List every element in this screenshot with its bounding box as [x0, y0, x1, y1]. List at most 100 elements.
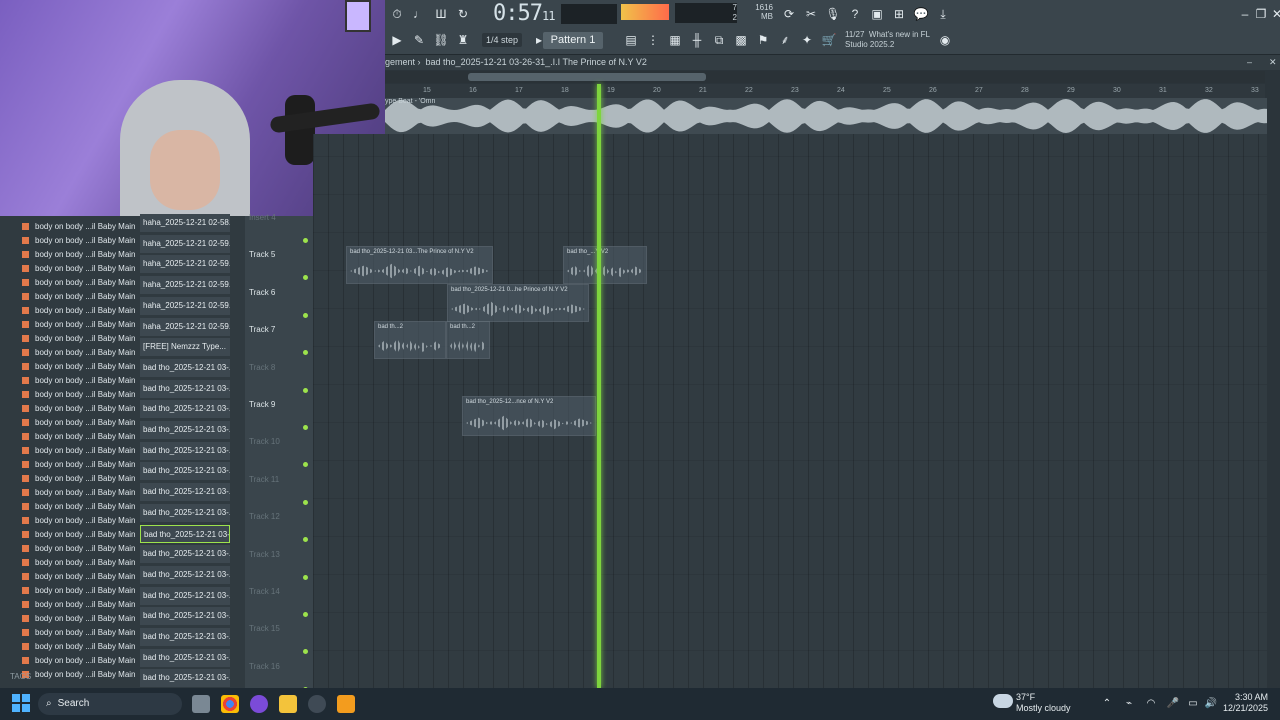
browser-folder-item[interactable]: body on body ...il Baby Main — [22, 670, 136, 684]
track-enable-led[interactable] — [303, 275, 308, 281]
tools-icon[interactable]: ⚑ — [753, 30, 773, 50]
browser-folder-item[interactable]: body on body ...il Baby Main — [22, 586, 136, 600]
browser-folder-item[interactable]: body on body ...il Baby Main — [22, 628, 136, 642]
browser-file-item[interactable]: bad tho_2025-12-21 03-... — [140, 462, 230, 481]
loop-record-icon[interactable]: ↻ — [453, 4, 473, 24]
browser-icon[interactable]: ⧉ — [709, 30, 729, 50]
browser-file-item[interactable]: bad tho_2025-12-21 03-... — [140, 648, 230, 667]
track-label[interactable]: Track 6 — [249, 288, 275, 297]
audio-clip[interactable]: bad tho_2025-12-21 03...The Prince of N.… — [346, 246, 493, 284]
browser-folder-item[interactable]: body on body ...il Baby Main — [22, 292, 136, 306]
track-label[interactable]: Track 9 — [249, 400, 275, 409]
chrome-icon[interactable] — [221, 695, 239, 713]
task-view-icon[interactable] — [192, 695, 210, 713]
browser-file-item[interactable]: bad tho_2025-12-21 03-... — [140, 358, 230, 377]
track-enable-led[interactable] — [303, 499, 308, 505]
weather-widget[interactable]: 37°F Mostly cloudy — [1016, 692, 1071, 714]
browser-folder-item[interactable]: body on body ...il Baby Main — [22, 418, 136, 432]
news-panel[interactable]: 11/27 What's new in FL Studio 2025.2 — [845, 30, 930, 50]
browser-folder-item[interactable]: body on body ...il Baby Main — [22, 516, 136, 530]
track-label[interactable]: Track 8 — [249, 363, 275, 372]
browser-file-item[interactable]: bad tho_2025-12-21 03-... — [140, 483, 230, 502]
browser-file-item[interactable]: bad tho_2025-12-21 03-... — [140, 545, 230, 564]
playhead[interactable] — [597, 84, 601, 688]
discord-icon[interactable] — [250, 695, 268, 713]
audio-clip[interactable]: bad tho_...Y V2 — [563, 246, 647, 284]
browser-folder-item[interactable]: body on body ...il Baby Main — [22, 460, 136, 474]
save-icon[interactable]: ▣ — [867, 4, 887, 24]
network-icon[interactable]: ⌁ — [1122, 697, 1136, 711]
arrangement-name[interactable]: bad tho_2025-12-21 03-26-31_.I.I The Pri… — [426, 57, 647, 67]
track-label[interactable]: Track 10 — [249, 437, 280, 446]
track-enable-led[interactable] — [303, 649, 308, 655]
browser-folder-item[interactable]: body on body ...il Baby Main — [22, 264, 136, 278]
browser-folder-item[interactable]: body on body ...il Baby Main — [22, 432, 136, 446]
browser-folder-item[interactable]: body on body ...il Baby Main — [22, 488, 136, 502]
track-label[interactable]: Track 12 — [249, 512, 280, 521]
mic-tray-icon[interactable]: 🎤 — [1166, 697, 1180, 711]
browser-file-item[interactable]: [FREE] Nemzzz Type... — [140, 338, 230, 357]
minimize-icon-2[interactable]: – — [1247, 55, 1252, 70]
browser-file-item[interactable]: bad tho_2025-12-21 03-... — [140, 628, 230, 646]
pencil-icon[interactable]: ✎ — [409, 30, 429, 50]
browser-file-item[interactable]: bad tho_2025-12-21 03-... — [140, 607, 230, 626]
browser-file-item[interactable]: bad tho_2025-12-21 03-... — [140, 400, 230, 419]
tags-label[interactable]: TAGS — [10, 672, 31, 681]
browser-folder-item[interactable]: body on body ...il Baby Main — [22, 320, 136, 334]
browser-folder-item[interactable]: body on body ...il Baby Main — [22, 278, 136, 292]
browser-file-item[interactable]: bad tho_2025-12-21 03-... — [140, 524, 230, 543]
fl-studio-icon[interactable] — [337, 695, 355, 713]
browser-folder-item[interactable]: body on body ...il Baby Main — [22, 614, 136, 628]
chat-icon[interactable]: 💬 — [911, 4, 931, 24]
browser-folder-item[interactable]: body on body ...il Baby Main — [22, 446, 136, 460]
track-label[interactable]: Track 5 — [249, 250, 275, 259]
play-icon[interactable]: ▶ — [387, 30, 407, 50]
track-enable-led[interactable] — [303, 312, 308, 318]
browser-folder-item[interactable]: body on body ...il Baby Main — [22, 376, 136, 390]
browser-folder-item[interactable]: body on body ...il Baby Main — [22, 656, 136, 670]
mic-icon[interactable]: 🎙 — [823, 4, 843, 24]
browser-folder-item[interactable]: body on body ...il Baby Main — [22, 572, 136, 586]
track-label[interactable]: Track 7 — [249, 325, 275, 334]
browser-folder-item[interactable]: body on body ...il Baby Main — [22, 334, 136, 348]
browser-file-item[interactable]: haha_2025-12-21 02-59... — [140, 317, 230, 336]
refresh-icon[interactable]: ⟳ — [779, 4, 799, 24]
browser-file-item[interactable]: bad tho_2025-12-21 03-... — [140, 441, 230, 460]
browser-file-item[interactable]: bad tho_2025-12-21 03-... — [140, 503, 230, 522]
track-enable-led[interactable] — [303, 238, 308, 243]
mixer-icon[interactable]: ⊞ — [889, 4, 909, 24]
explorer-icon[interactable] — [279, 695, 297, 713]
audio-clip[interactable]: bad th...2 — [374, 321, 446, 359]
chevron-up-icon[interactable]: ⌃ — [1100, 697, 1114, 711]
track-enable-led[interactable] — [303, 425, 308, 430]
browser-folder-item[interactable]: body on body ...il Baby Main — [22, 236, 136, 250]
piano-roll-icon[interactable]: ▦ — [665, 30, 685, 50]
close-icon-2[interactable]: ✕ — [1269, 55, 1277, 70]
track-label[interactable]: Track 14 — [249, 587, 280, 596]
track-enable-led[interactable] — [303, 612, 308, 617]
edison-icon[interactable]: ✦ — [797, 30, 817, 50]
track-enable-led[interactable] — [303, 387, 308, 393]
track-label[interactable]: Track 11 — [249, 475, 279, 484]
browser-folder-item[interactable]: body on body ...il Baby Main — [22, 642, 136, 656]
browser-file-item[interactable]: bad tho_2025-12-21 03-... — [140, 669, 230, 688]
browser-folder-item[interactable]: body on body ...il Baby Main — [22, 222, 136, 236]
pattern-selector[interactable]: Pattern 1 — [543, 32, 603, 49]
channel-rack-icon[interactable]: ⋮ — [643, 30, 663, 50]
audio-clip[interactable]: bad tho_2025-12-21 0...he Prince of N.Y … — [447, 284, 589, 322]
track-label[interactable]: Track 15 — [249, 624, 280, 633]
start-icon[interactable] — [12, 694, 30, 712]
browser-folder-item[interactable]: body on body ...il Baby Main — [22, 390, 136, 404]
browser-file-item[interactable]: haha_2025-12-21 02-59... — [140, 276, 230, 295]
plugin-icon[interactable]: ▩ — [731, 30, 751, 50]
wifi-icon[interactable]: ◠ — [1144, 697, 1158, 711]
track-label[interactable]: Track 16 — [249, 662, 280, 671]
track-enable-led[interactable] — [303, 574, 308, 580]
taskbar-search[interactable]: ⌕ Search — [38, 693, 182, 715]
track-enable-led[interactable] — [303, 350, 308, 356]
link-icon[interactable]: ⛓ — [431, 30, 451, 50]
browser-file-item[interactable]: haha_2025-12-21 02-58... — [140, 214, 230, 232]
browser-folder-item[interactable]: body on body ...il Baby Main — [22, 250, 136, 264]
track-enable-led[interactable] — [303, 462, 308, 468]
audio-clip[interactable]: bad tho_2025-12...nce of N.Y V2 — [462, 396, 596, 436]
